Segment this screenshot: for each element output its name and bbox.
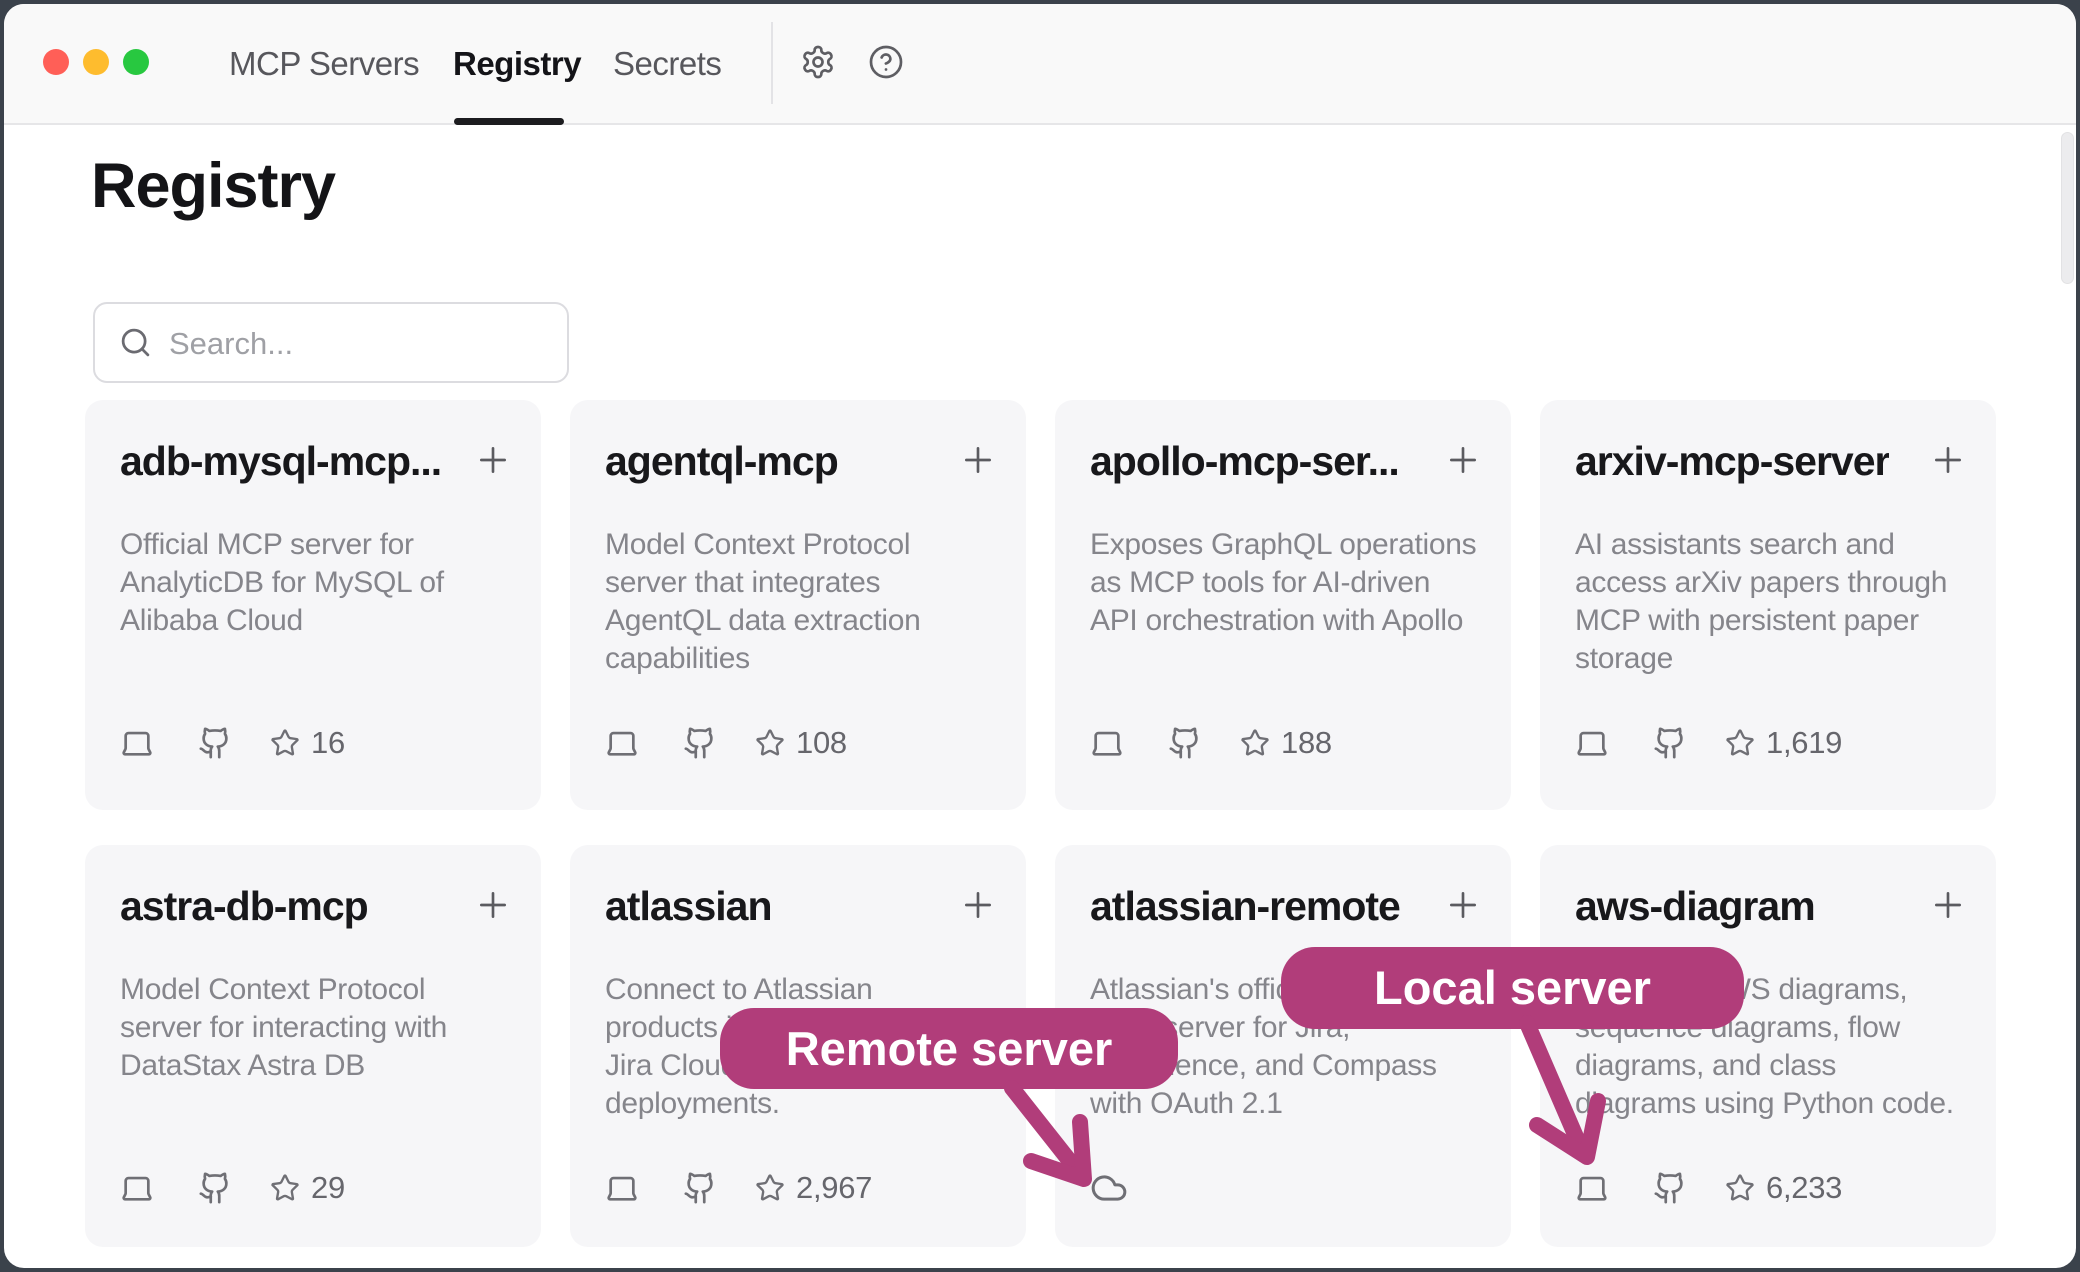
star-count: 29 — [311, 1170, 345, 1206]
header-divider — [771, 22, 773, 104]
star-icon — [755, 728, 785, 758]
add-server-button[interactable] — [473, 885, 513, 925]
minimize-window-button[interactable] — [83, 49, 109, 75]
star-icon — [270, 1173, 300, 1203]
star-icon — [270, 728, 300, 758]
laptop-icon — [120, 1171, 154, 1205]
add-server-button[interactable] — [1928, 440, 1968, 480]
github-icon[interactable] — [198, 726, 232, 760]
search-input[interactable] — [167, 304, 551, 383]
zoom-window-button[interactable] — [123, 49, 149, 75]
card-astra-db-mcp[interactable]: astra-db-mcp Model Context Protocolserve… — [85, 845, 541, 1247]
server-description: Model Context Protocolserver for interac… — [120, 971, 447, 1085]
add-server-button[interactable] — [958, 885, 998, 925]
search-box — [93, 302, 569, 383]
laptop-icon — [605, 726, 639, 760]
server-description: Model Context Protocolserver that integr… — [605, 526, 921, 678]
github-icon[interactable] — [683, 726, 717, 760]
card-adb-mysql-mcp[interactable]: adb-mysql-mcp... Official MCP server for… — [85, 400, 541, 810]
card-aws-diagram[interactable]: aws-diagram Generate AWS diagrams,sequen… — [1540, 845, 1996, 1247]
help-icon[interactable] — [868, 44, 904, 80]
laptop-icon — [1090, 726, 1124, 760]
cloud-icon — [1090, 1169, 1128, 1207]
star-icon — [1725, 728, 1755, 758]
remote-server-callout: Remote server — [720, 1008, 1178, 1089]
star-count: 108 — [796, 725, 847, 761]
app-window: MCP Servers Registry Secrets Registry ad… — [4, 4, 2076, 1268]
star-icon — [1725, 1173, 1755, 1203]
server-name: arxiv-mcp-server — [1575, 438, 1889, 485]
active-tab-underline — [454, 118, 564, 125]
server-description: Official MCP server forAnalyticDB for My… — [120, 526, 444, 640]
server-name: apollo-mcp-ser... — [1090, 438, 1399, 485]
github-icon[interactable] — [683, 1171, 717, 1205]
server-description: AI assistants search andaccess arXiv pap… — [1575, 526, 1947, 678]
settings-gear-icon[interactable] — [800, 44, 836, 80]
server-description: Exposes GraphQL operationsas MCP tools f… — [1090, 526, 1476, 640]
star-count: 1,619 — [1766, 725, 1842, 761]
server-name: adb-mysql-mcp... — [120, 438, 441, 485]
server-name: agentql-mcp — [605, 438, 838, 485]
local-server-callout: Local server — [1281, 947, 1744, 1029]
laptop-icon — [1575, 726, 1609, 760]
card-arxiv-mcp-server[interactable]: arxiv-mcp-server AI assistants search an… — [1540, 400, 1996, 810]
star-count: 188 — [1281, 725, 1332, 761]
search-icon — [119, 326, 152, 359]
github-icon[interactable] — [1653, 1171, 1687, 1205]
card-apollo-mcp-server[interactable]: apollo-mcp-ser... Exposes GraphQL operat… — [1055, 400, 1511, 810]
titlebar: MCP Servers Registry Secrets — [4, 4, 2076, 125]
server-name: atlassian — [605, 883, 772, 930]
github-icon[interactable] — [1653, 726, 1687, 760]
server-name: atlassian-remote — [1090, 883, 1400, 930]
tab-secrets[interactable]: Secrets — [613, 44, 721, 84]
add-server-button[interactable] — [473, 440, 513, 480]
laptop-icon — [1575, 1171, 1609, 1205]
add-server-button[interactable] — [1443, 885, 1483, 925]
star-icon — [755, 1173, 785, 1203]
tab-mcp-servers[interactable]: MCP Servers — [229, 44, 419, 84]
page-title: Registry — [91, 150, 335, 222]
add-server-button[interactable] — [1443, 440, 1483, 480]
vertical-scrollbar[interactable] — [2061, 132, 2074, 284]
star-count: 16 — [311, 725, 345, 761]
add-server-button[interactable] — [1928, 885, 1968, 925]
close-window-button[interactable] — [43, 49, 69, 75]
server-name: aws-diagram — [1575, 883, 1815, 930]
add-server-button[interactable] — [958, 440, 998, 480]
server-card-grid: adb-mysql-mcp... Official MCP server for… — [85, 400, 1996, 1247]
github-icon[interactable] — [1168, 726, 1202, 760]
server-name: astra-db-mcp — [120, 883, 368, 930]
star-count: 2,967 — [796, 1170, 872, 1206]
star-count: 6,233 — [1766, 1170, 1842, 1206]
star-icon — [1240, 728, 1270, 758]
github-icon[interactable] — [198, 1171, 232, 1205]
card-agentql-mcp[interactable]: agentql-mcp Model Context Protocolserver… — [570, 400, 1026, 810]
tab-registry[interactable]: Registry — [453, 44, 581, 84]
laptop-icon — [605, 1171, 639, 1205]
laptop-icon — [120, 726, 154, 760]
